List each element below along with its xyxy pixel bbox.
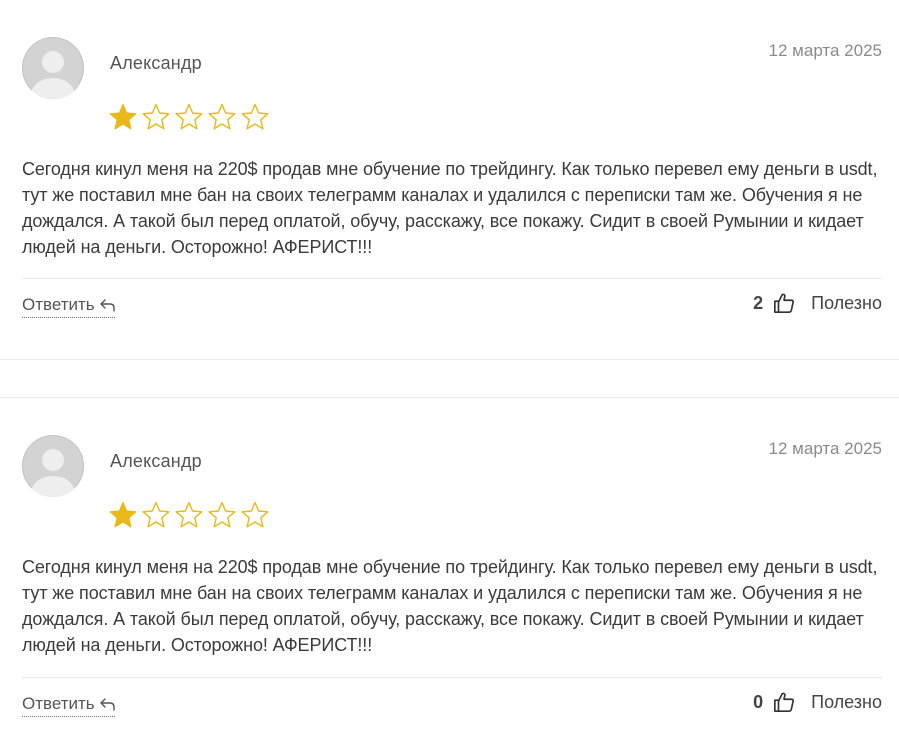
- star-icon: [208, 501, 236, 528]
- star-icon: [241, 103, 269, 130]
- reply-button[interactable]: Ответить: [22, 694, 115, 717]
- useful-button[interactable]: Полезно: [811, 692, 882, 713]
- reply-arrow-icon: [99, 299, 115, 312]
- useful-block: 2 Полезно: [753, 292, 882, 314]
- useful-block: 0 Полезно: [753, 691, 882, 713]
- useful-count: 2: [753, 292, 764, 313]
- review-card: Александр 12 марта 2025 Сегодня кинул ме…: [0, 0, 899, 359]
- review-separator: [0, 359, 899, 360]
- rating-stars: [108, 500, 270, 530]
- useful-button[interactable]: Полезно: [811, 293, 882, 314]
- reply-label: Ответить: [22, 295, 95, 314]
- star-icon: [142, 103, 170, 130]
- reply-button[interactable]: Ответить: [22, 295, 115, 318]
- star-icon: [175, 501, 203, 528]
- reply-arrow-icon: [99, 698, 115, 711]
- review-date: 12 марта 2025: [768, 439, 882, 458]
- star-icon: [208, 103, 236, 130]
- star-icon: [241, 501, 269, 528]
- rating-stars: [108, 102, 270, 132]
- thumbs-up-icon[interactable]: [773, 292, 795, 314]
- reply-label: Ответить: [22, 694, 95, 713]
- review-text: Сегодня кинул меня на 220$ продав мне об…: [22, 159, 878, 257]
- review-date: 12 марта 2025: [768, 41, 882, 60]
- user-placeholder-icon: [31, 449, 75, 497]
- review-author: Александр: [110, 451, 202, 471]
- avatar: [22, 37, 84, 99]
- useful-count: 0: [753, 691, 764, 712]
- thumbs-up-icon[interactable]: [773, 691, 795, 713]
- divider: [22, 278, 882, 279]
- review-author: Александр: [110, 53, 202, 73]
- review-card: Александр 12 марта 2025 Сегодня кинул ме…: [0, 398, 899, 738]
- star-icon: [142, 501, 170, 528]
- divider: [22, 677, 882, 678]
- star-icon: [109, 103, 137, 130]
- review-text: Сегодня кинул меня на 220$ продав мне об…: [22, 557, 878, 655]
- user-placeholder-icon: [31, 51, 75, 99]
- star-icon: [109, 501, 137, 528]
- star-icon: [175, 103, 203, 130]
- avatar: [22, 435, 84, 497]
